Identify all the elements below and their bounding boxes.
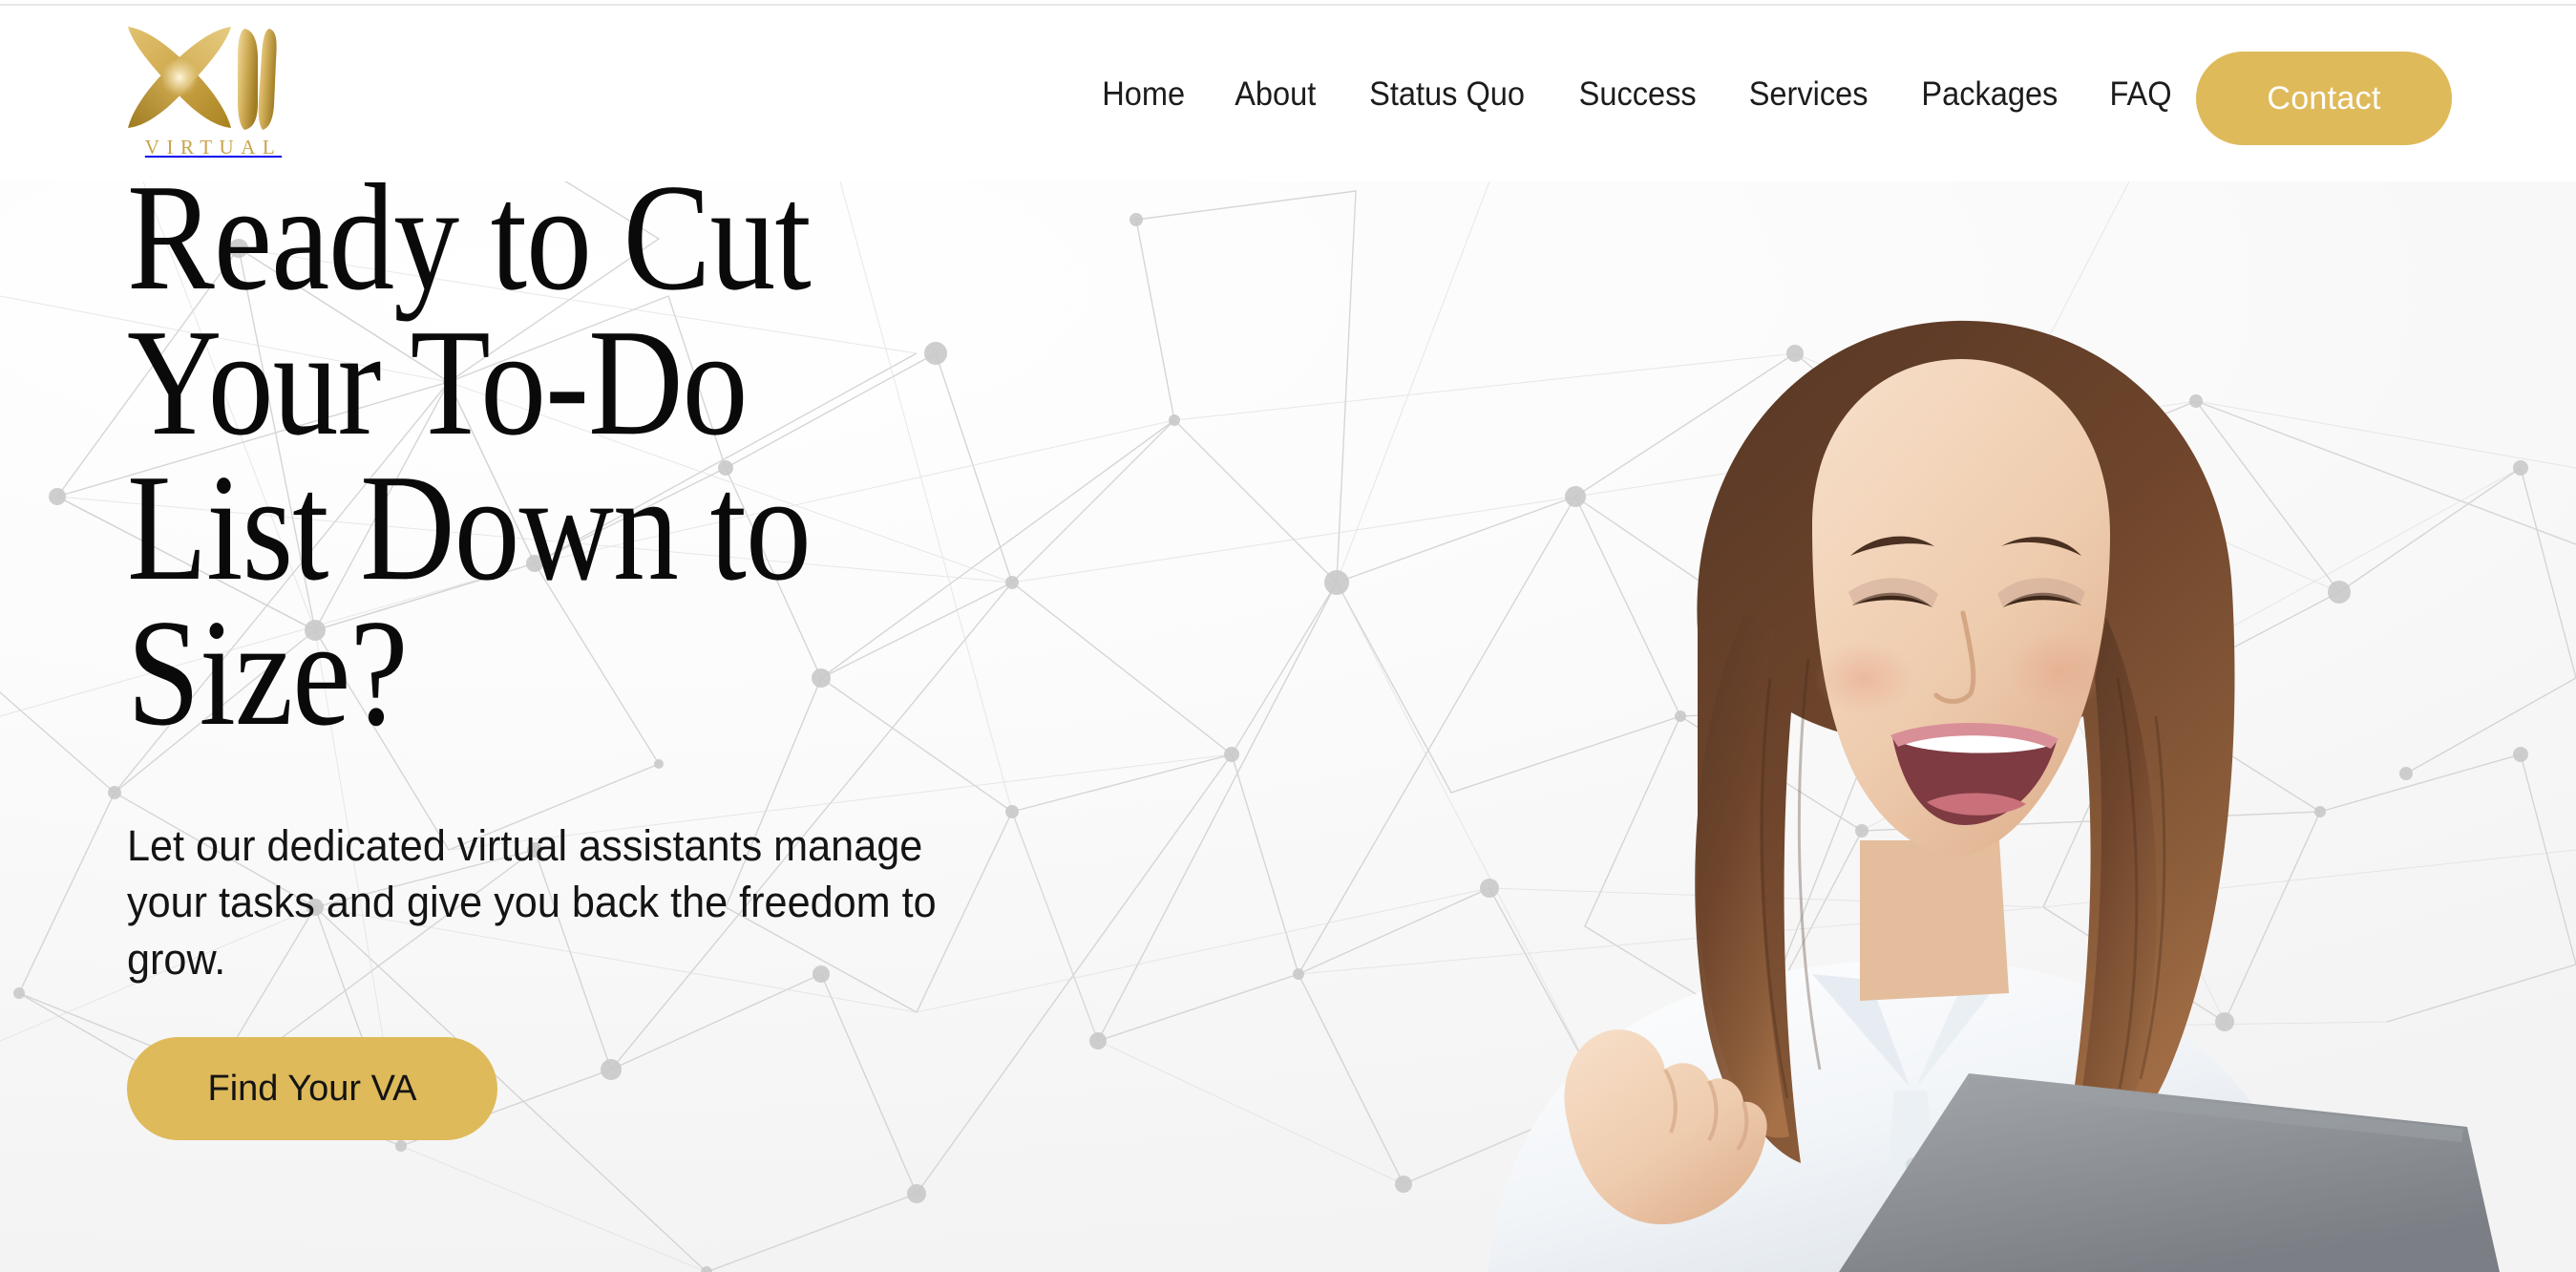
primary-navigation: Home About Status Quo Success Services P…: [1077, 6, 2196, 181]
brand-wordmark: VIRTUAL: [144, 136, 283, 159]
xii-virtual-logo-icon: [128, 27, 277, 130]
nav-item-status-quo[interactable]: Status Quo: [1348, 77, 1545, 111]
contact-button[interactable]: Contact: [2196, 52, 2452, 145]
nav-item-home[interactable]: Home: [1082, 77, 1206, 111]
hero-section: Ready to Cut Your To-Do List Down to Siz…: [0, 181, 2576, 1272]
brand-logo-link[interactable]: VIRTUAL: [124, 21, 296, 174]
nav-item-faq[interactable]: FAQ: [2089, 77, 2192, 111]
nav-item-services[interactable]: Services: [1728, 77, 1889, 111]
nav-item-success[interactable]: Success: [1558, 77, 1717, 111]
hero-copy-block: Ready to Cut Your To-Do List Down to Siz…: [127, 181, 1101, 1141]
nav-item-about[interactable]: About: [1214, 77, 1337, 111]
page-root: VIRTUAL Home About Status Quo Success Se…: [0, 0, 2576, 1272]
nav-item-packages[interactable]: Packages: [1901, 77, 2079, 111]
find-your-va-button[interactable]: Find Your VA: [127, 1037, 497, 1141]
hero-headline: Ready to Cut Your To-Do List Down to Siz…: [127, 181, 812, 757]
site-header: VIRTUAL Home About Status Quo Success Se…: [0, 6, 2576, 181]
hero-subheadline: Let our dedicated virtual assistants man…: [127, 821, 937, 984]
